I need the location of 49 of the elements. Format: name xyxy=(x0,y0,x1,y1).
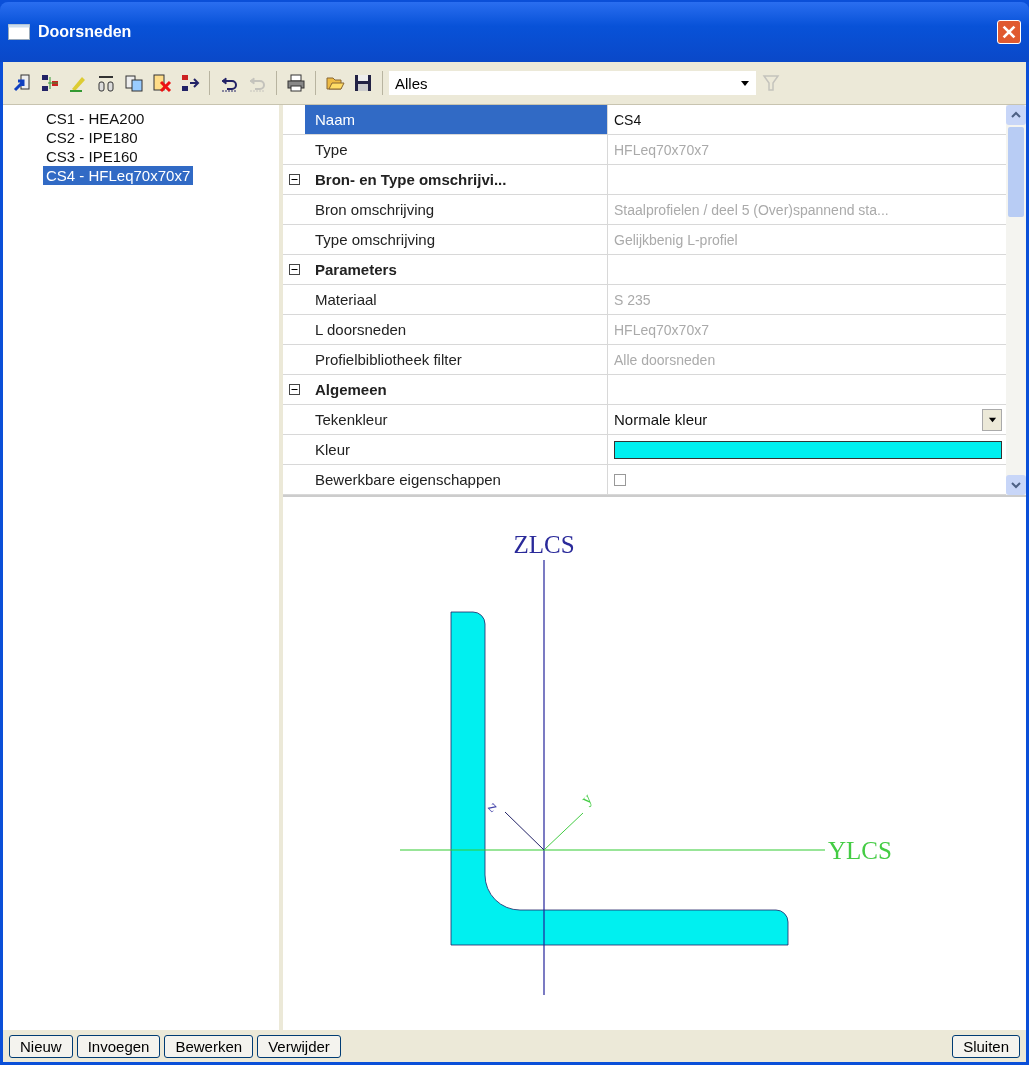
checkbox[interactable] xyxy=(614,473,626,486)
close-icon xyxy=(1000,23,1018,41)
window-icon xyxy=(8,24,30,40)
save-icon xyxy=(353,73,373,93)
dialog-button[interactable]: Verwijder xyxy=(257,1034,341,1058)
axis-label: ZLCS xyxy=(513,531,575,558)
dialog-button[interactable]: Nieuw xyxy=(9,1034,73,1058)
section-item[interactable]: CS2 - IPE180 xyxy=(43,128,141,147)
copy-icon xyxy=(124,73,144,93)
property-dropdown[interactable]: Normale kleur xyxy=(614,408,1002,431)
property-value: S 235 xyxy=(614,291,651,308)
printer-icon xyxy=(286,73,306,93)
close-dialog-button[interactable]: Sluiten xyxy=(952,1034,1020,1058)
section-item[interactable]: CS3 - IPE160 xyxy=(43,147,141,166)
scroll-thumb[interactable] xyxy=(1008,127,1024,217)
property-value: Gelijkbenig L-profiel xyxy=(614,231,738,248)
caret-icon xyxy=(740,78,750,88)
arrow-table-icon xyxy=(12,73,32,93)
scrollbar[interactable] xyxy=(1006,105,1026,495)
collapse-icon[interactable] xyxy=(288,384,300,395)
property-value: HFLeq70x70x7 xyxy=(614,141,709,158)
local-y-line xyxy=(543,812,584,851)
delete-icon xyxy=(152,73,172,93)
axis-label: z xyxy=(485,797,503,815)
dialog-button[interactable]: Invoegen xyxy=(76,1034,161,1058)
filter-dropdown[interactable]: Alles xyxy=(389,71,756,95)
collapse-icon[interactable] xyxy=(288,174,300,185)
caret-icon xyxy=(987,415,997,424)
split-icon xyxy=(40,73,60,93)
merge-icon xyxy=(180,73,200,93)
property-value: HFLeq70x70x7 xyxy=(614,321,709,338)
color-swatch[interactable] xyxy=(614,440,1002,459)
funnel-icon xyxy=(761,73,781,93)
local-z-line xyxy=(504,811,545,851)
property-label[interactable]: Naam xyxy=(305,105,608,134)
scroll-up-icon[interactable] xyxy=(1006,105,1026,125)
property-value: CS4 xyxy=(614,111,642,128)
close-button[interactable] xyxy=(997,20,1021,44)
collapse-icon[interactable] xyxy=(288,264,300,275)
section-item[interactable]: CS4 - HFLeq70x70x7 xyxy=(43,166,194,185)
section-item[interactable]: CS1 - HEA200 xyxy=(43,109,148,128)
axis-label: YLCS xyxy=(828,837,892,864)
compare-icon xyxy=(96,73,116,93)
property-value: Staalprofielen / deel 5 (Over)spannend sta... xyxy=(614,201,889,218)
axis-label: y xyxy=(577,789,596,808)
scroll-down-icon[interactable] xyxy=(1006,475,1026,495)
window-title: Doorsneden xyxy=(38,23,133,41)
property-value: Alle doorsneden xyxy=(614,351,716,368)
dialog-button[interactable]: Bewerken xyxy=(164,1034,254,1058)
